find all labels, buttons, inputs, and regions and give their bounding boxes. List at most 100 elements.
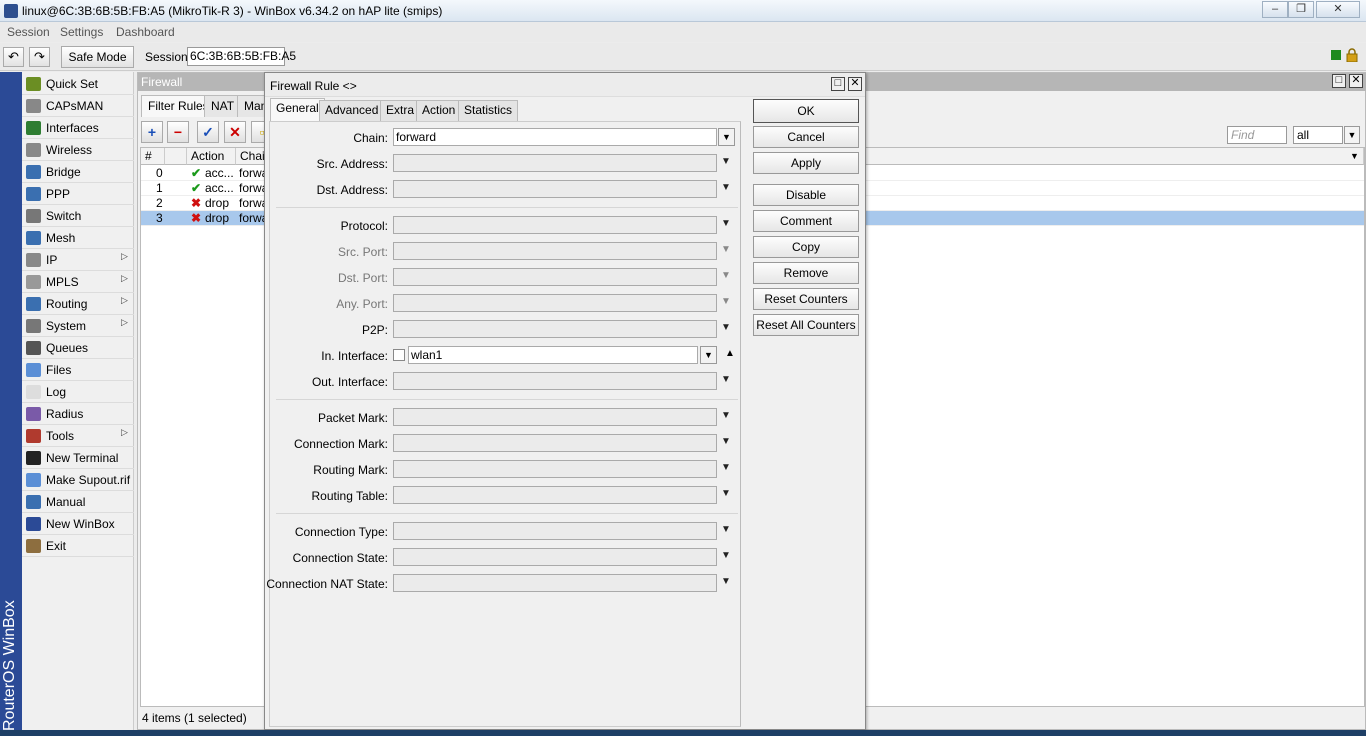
packet-mark-row: Packet Mark: ▼ [270,408,740,428]
in-interface-dropdown-icon[interactable]: ▼ [700,346,717,364]
sidebar-item-switch[interactable]: Switch [22,205,134,227]
routing-mark-dropdown-icon[interactable]: ▼ [721,462,731,473]
sidebar-item-manual[interactable]: Manual [22,491,134,513]
copy-button[interactable]: Copy [753,236,859,258]
in-interface-invert-checkbox[interactable] [393,349,405,361]
protocol-dropdown-icon[interactable]: ▼ [721,218,731,229]
find-input[interactable]: Find [1227,126,1287,144]
close-window-button[interactable]: ✕ [1316,1,1360,18]
col-number[interactable]: # [141,148,165,165]
connection-nat-state-dropdown-icon[interactable]: ▼ [721,576,731,587]
sidebar-item-capsman[interactable]: CAPsMAN [22,95,134,117]
col-flags[interactable] [165,148,187,165]
safe-mode-button[interactable]: Safe Mode [61,46,134,68]
packet-mark-label: Packet Mark: [317,411,388,425]
disable-button[interactable]: Disable [753,184,859,206]
submenu-arrow-icon: ▷ [121,273,128,283]
connection-mark-dropdown-icon[interactable]: ▼ [721,436,731,447]
remove-icon[interactable]: − [167,121,189,143]
src-address-dropdown-icon[interactable]: ▼ [721,156,731,167]
p2p-dropdown-icon[interactable]: ▼ [721,322,731,333]
files-icon [26,363,41,377]
connection-nat-state-field[interactable] [393,574,717,592]
out-interface-field[interactable] [393,372,717,390]
maximize-button[interactable]: ❐ [1288,1,1314,18]
sidebar-item-interfaces[interactable]: Interfaces [22,117,134,139]
sidebar-item-log[interactable]: Log [22,381,134,403]
packet-mark-field[interactable] [393,408,717,426]
tab-extra[interactable]: Extra [380,100,421,121]
connection-type-field[interactable] [393,522,717,540]
chain-dropdown-icon[interactable]: ▼ [718,128,735,146]
tab-nat[interactable]: NAT [204,95,242,117]
sidebar-item-new-winbox[interactable]: New WinBox [22,513,134,535]
sidebar-item-new-terminal[interactable]: New Terminal [22,447,134,469]
redo-icon[interactable]: ↷ [29,47,50,67]
tab-general[interactable]: General [270,98,325,121]
enable-icon[interactable]: ✓ [197,121,219,143]
dst-address-dropdown-icon[interactable]: ▼ [721,182,731,193]
sidebar-item-files[interactable]: Files [22,359,134,381]
out-interface-dropdown-icon[interactable]: ▼ [721,374,731,385]
comment-button[interactable]: Comment [753,210,859,232]
reset-all-counters-button[interactable]: Reset All Counters [753,314,859,336]
sidebar-item-ip[interactable]: IP ▷ [22,249,134,271]
firewall-close-icon[interactable]: ✕ [1349,74,1363,88]
sidebar-item-routing[interactable]: Routing ▷ [22,293,134,315]
src-address-field[interactable] [393,154,717,172]
packet-mark-dropdown-icon[interactable]: ▼ [721,410,731,421]
sidebar-item-wireless[interactable]: Wireless [22,139,134,161]
dst-port-field [393,268,717,286]
connection-type-dropdown-icon[interactable]: ▼ [721,524,731,535]
remove-button[interactable]: Remove [753,262,859,284]
accept-icon: ✔ [191,181,202,195]
routing-table-field[interactable] [393,486,717,504]
dst-address-field[interactable] [393,180,717,198]
ok-button[interactable]: OK [753,99,859,123]
menu-session[interactable]: Session [7,25,50,39]
firewall-maximize-icon[interactable]: □ [1332,74,1346,88]
add-icon[interactable]: + [141,121,163,143]
dialog-close-icon[interactable]: ✕ [848,77,862,91]
in-interface-field[interactable]: wlan1 [408,346,698,364]
disable-icon[interactable]: ✕ [224,121,246,143]
dialog-maximize-icon[interactable]: □ [831,77,845,91]
in-interface-collapse-icon[interactable]: ▲ [725,348,735,359]
reset-counters-button[interactable]: Reset Counters [753,288,859,310]
columns-dropdown-icon[interactable]: ▼ [1346,148,1364,165]
sidebar-item-mpls[interactable]: MPLS ▷ [22,271,134,293]
apply-button[interactable]: Apply [753,152,859,174]
protocol-field[interactable] [393,216,717,234]
sidebar-item-quick-set[interactable]: Quick Set [22,73,134,95]
sidebar-item-make-supout-rif[interactable]: Make Supout.rif [22,469,134,491]
separator [276,207,738,208]
connection-state-dropdown-icon[interactable]: ▼ [721,550,731,561]
sidebar-item-tools[interactable]: Tools ▷ [22,425,134,447]
sidebar-item-mesh[interactable]: Mesh [22,227,134,249]
tab-statistics[interactable]: Statistics [458,100,519,121]
sidebar-item-queues[interactable]: Queues [22,337,134,359]
sidebar-item-ppp[interactable]: PPP [22,183,134,205]
cancel-button[interactable]: Cancel [753,126,859,148]
sidebar-item-exit[interactable]: Exit [22,535,134,557]
menu-settings[interactable]: Settings [60,25,103,39]
chain-filter-select[interactable]: all [1293,126,1343,144]
sidebar-item-label: Exit [46,539,67,553]
sidebar-item-bridge[interactable]: Bridge [22,161,134,183]
connection-mark-field[interactable] [393,434,717,452]
undo-icon[interactable]: ↶ [3,47,24,67]
p2p-field[interactable] [393,320,717,338]
connection-state-field[interactable] [393,548,717,566]
routing-table-dropdown-icon[interactable]: ▼ [721,488,731,499]
chain-field[interactable]: forward [393,128,717,146]
menu-dashboard[interactable]: Dashboard [116,25,175,39]
tab-advanced[interactable]: Advanced [319,100,385,121]
chain-label: Chain: [353,131,388,145]
chain-filter-dropdown-icon[interactable]: ▼ [1344,126,1360,144]
tab-action[interactable]: Action [416,100,462,121]
routing-mark-field[interactable] [393,460,717,478]
sidebar-item-system[interactable]: System ▷ [22,315,134,337]
sidebar-item-radius[interactable]: Radius [22,403,134,425]
col-action[interactable]: Action [187,148,236,165]
minimize-button[interactable]: – [1262,1,1288,18]
